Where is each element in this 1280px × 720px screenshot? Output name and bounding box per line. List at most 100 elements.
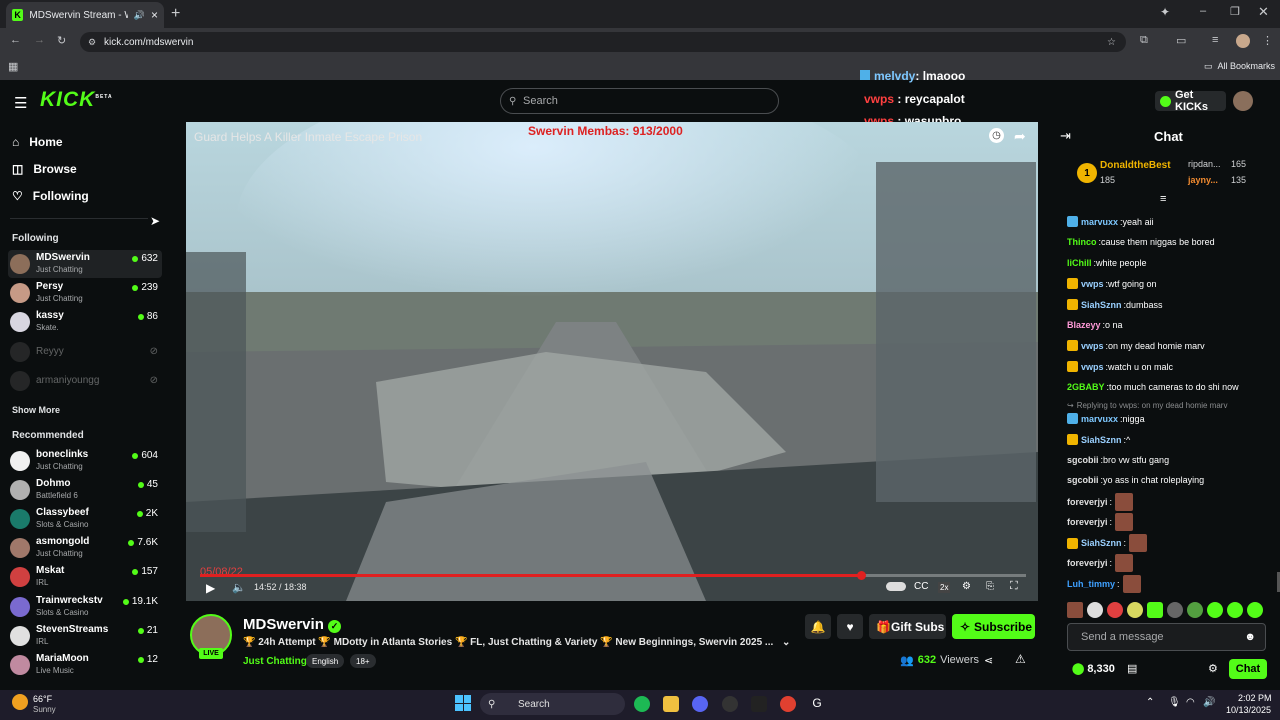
apps-grid-icon[interactable]: ▦ — [8, 60, 18, 73]
gifter-3-name[interactable]: jayny... — [1188, 175, 1218, 185]
emote-bar[interactable] — [1067, 602, 1263, 618]
microphone-icon[interactable]: 🎙 — [1168, 697, 1181, 708]
autoplay-toggle[interactable] — [886, 582, 906, 591]
emote-icon[interactable] — [1087, 602, 1103, 618]
sidebar-channel-kassy[interactable]: kassy Skate. 86 — [8, 308, 162, 336]
chat-message-input[interactable]: Send a message ☻ — [1067, 623, 1266, 651]
sidebar-channel-mdswervin[interactable]: MDSwervin Just Chatting 632 — [8, 250, 162, 278]
clock-date[interactable]: 10/13/2025 — [1226, 705, 1271, 715]
emote-icon[interactable] — [1107, 602, 1123, 618]
url-field[interactable]: ⚙ kick.com/mdswervin ☆ — [80, 32, 1126, 52]
collapse-chat-icon[interactable]: ⇥ — [1060, 128, 1071, 144]
steam-icon[interactable] — [722, 696, 738, 712]
store-icon[interactable]: ▤ — [1127, 662, 1137, 675]
tag-age[interactable]: 18+ — [350, 654, 376, 668]
tag-language[interactable]: English — [306, 654, 345, 668]
user-avatar[interactable] — [1233, 91, 1253, 111]
notification-bell-button[interactable]: 🔔 — [805, 614, 831, 639]
chrome-icon[interactable] — [780, 696, 796, 712]
channel-points[interactable]: ⬤ 8,330 — [1072, 662, 1115, 676]
sidebar-channel-armaniyoungg[interactable]: armaniyoungg ⊘ — [8, 367, 162, 395]
share-icon[interactable]: ⋖ — [984, 654, 993, 667]
profile-avatar[interactable] — [1236, 34, 1250, 48]
video-player[interactable] — [186, 122, 1038, 601]
discord-icon[interactable] — [692, 696, 708, 712]
clock-icon[interactable]: ◷ — [989, 128, 1004, 143]
emote-icon[interactable] — [1167, 602, 1183, 618]
reload-icon[interactable]: ↻ — [57, 34, 66, 47]
play-icon[interactable]: ▶ — [206, 581, 215, 595]
search-input[interactable]: ⚲ Search — [500, 88, 779, 114]
app-icon[interactable]: G — [809, 696, 825, 712]
new-tab-icon[interactable]: + — [171, 5, 180, 23]
tab-search-icon[interactable]: ≡ — [1212, 34, 1218, 46]
spotify-icon[interactable] — [634, 696, 650, 712]
get-kicks-button[interactable]: Get KICKs — [1155, 89, 1226, 113]
speed-button[interactable]: 2x — [938, 582, 951, 593]
sidebar-channel-trainwreckstv[interactable]: Trainwreckstv Slots & Casino 19.1K — [8, 593, 162, 621]
browser-tab[interactable]: K MDSwervin Stream - Watch 🔊 × — [6, 2, 164, 28]
subscribe-button[interactable]: ✧ Subscribe — [952, 614, 1035, 639]
weather-sun-icon[interactable] — [12, 694, 28, 710]
fullscreen-icon[interactable]: ⛶ — [1010, 580, 1018, 593]
nav-browse[interactable]: ◫ Browse — [12, 162, 77, 176]
sidebar-channel-classybeef[interactable]: Classybeef Slots & Casino 2K — [8, 505, 162, 533]
emote-icon[interactable] — [1147, 602, 1163, 618]
back-icon[interactable]: ← — [10, 34, 21, 46]
tray-chevron-icon[interactable]: ⌃ — [1146, 697, 1154, 708]
seek-handle[interactable] — [856, 571, 866, 580]
emote-icon[interactable] — [1207, 602, 1223, 618]
sidebar-channel-persy[interactable]: Persy Just Chatting 239 — [8, 279, 162, 307]
report-icon[interactable]: ⚠ — [1015, 652, 1026, 666]
settings-icon[interactable]: ⚙ — [962, 581, 971, 592]
expand-chevron-icon[interactable]: ⌄ — [782, 637, 790, 648]
media-icon[interactable]: ▭ — [1176, 34, 1186, 47]
emote-icon[interactable] — [1227, 602, 1243, 618]
site-info-icon[interactable]: ⚙ — [88, 37, 96, 48]
clock-time[interactable]: 2:02 PM — [1238, 693, 1272, 703]
leaderboard-expand-icon[interactable]: ≡ — [1160, 193, 1166, 205]
emote-icon[interactable] — [1067, 602, 1083, 618]
emoji-picker-icon[interactable]: ☻ — [1244, 631, 1256, 643]
start-windows-icon[interactable] — [455, 695, 471, 711]
channel-name[interactable]: MDSwervin ✓ — [243, 616, 342, 633]
share-video-icon[interactable]: ➦ — [1014, 128, 1026, 145]
gemini-icon[interactable]: ✦ — [1160, 5, 1170, 19]
show-more-link[interactable]: Show More — [12, 405, 60, 415]
sidebar-channel-mariamoon[interactable]: MariaMoon Live Music 12 — [8, 651, 162, 679]
wifi-icon[interactable]: ◠ — [1186, 697, 1195, 708]
all-bookmarks[interactable]: ▭ All Bookmarks — [1204, 61, 1275, 72]
cast-icon[interactable]: ⎘ — [986, 581, 994, 592]
emote-icon[interactable] — [1187, 602, 1203, 618]
sidebar-channel-reyyy[interactable]: Reyyy ⊘ — [8, 338, 162, 366]
emote-icon[interactable] — [1247, 602, 1263, 618]
sidebar-channel-stevenstreams[interactable]: StevenStreams IRL 21 — [8, 622, 162, 650]
file-explorer-icon[interactable] — [663, 696, 679, 712]
sidebar-channel-dohmo[interactable]: Dohmo Battlefield 6 45 — [8, 476, 162, 504]
gift-subs-button[interactable]: 🎁 Gift Subs — [869, 614, 946, 639]
chat-settings-icon[interactable]: ⚙ — [1208, 662, 1218, 675]
volume-icon[interactable]: 🔈 — [232, 581, 246, 594]
emote-icon[interactable] — [1127, 602, 1143, 618]
epic-games-icon[interactable] — [751, 696, 767, 712]
maximize-icon[interactable]: ❐ — [1230, 5, 1240, 18]
menu-kebab-icon[interactable]: ⋮ — [1262, 34, 1273, 47]
speaker-icon[interactable]: 🔊 — [134, 10, 145, 21]
minimize-icon[interactable]: – — [1200, 5, 1206, 17]
bookmark-star-icon[interactable]: ☆ — [1107, 37, 1116, 48]
follow-button[interactable]: ♥ — [837, 614, 863, 639]
weather-temp[interactable]: 66°F — [33, 694, 52, 704]
nav-following[interactable]: ♡ Following — [12, 189, 89, 203]
sidebar-channel-mskat[interactable]: Mskat IRL 157 — [8, 563, 162, 591]
kick-logo[interactable]: KICKBETA — [40, 88, 113, 112]
nav-home[interactable]: ⌂ Home — [12, 135, 63, 149]
close-tab-icon[interactable]: × — [151, 8, 158, 22]
taskbar-search[interactable]: ⚲ Search — [480, 693, 625, 715]
extensions-icon[interactable]: ⧉ — [1140, 34, 1148, 47]
forward-icon[interactable]: → — [34, 34, 45, 46]
speaker-icon[interactable]: 🔊 — [1203, 697, 1215, 708]
captions-icon[interactable]: CC — [914, 581, 928, 592]
send-chat-button[interactable]: Chat — [1229, 659, 1267, 679]
close-window-icon[interactable]: ✕ — [1258, 4, 1269, 20]
stream-category[interactable]: Just Chatting — [243, 656, 307, 667]
